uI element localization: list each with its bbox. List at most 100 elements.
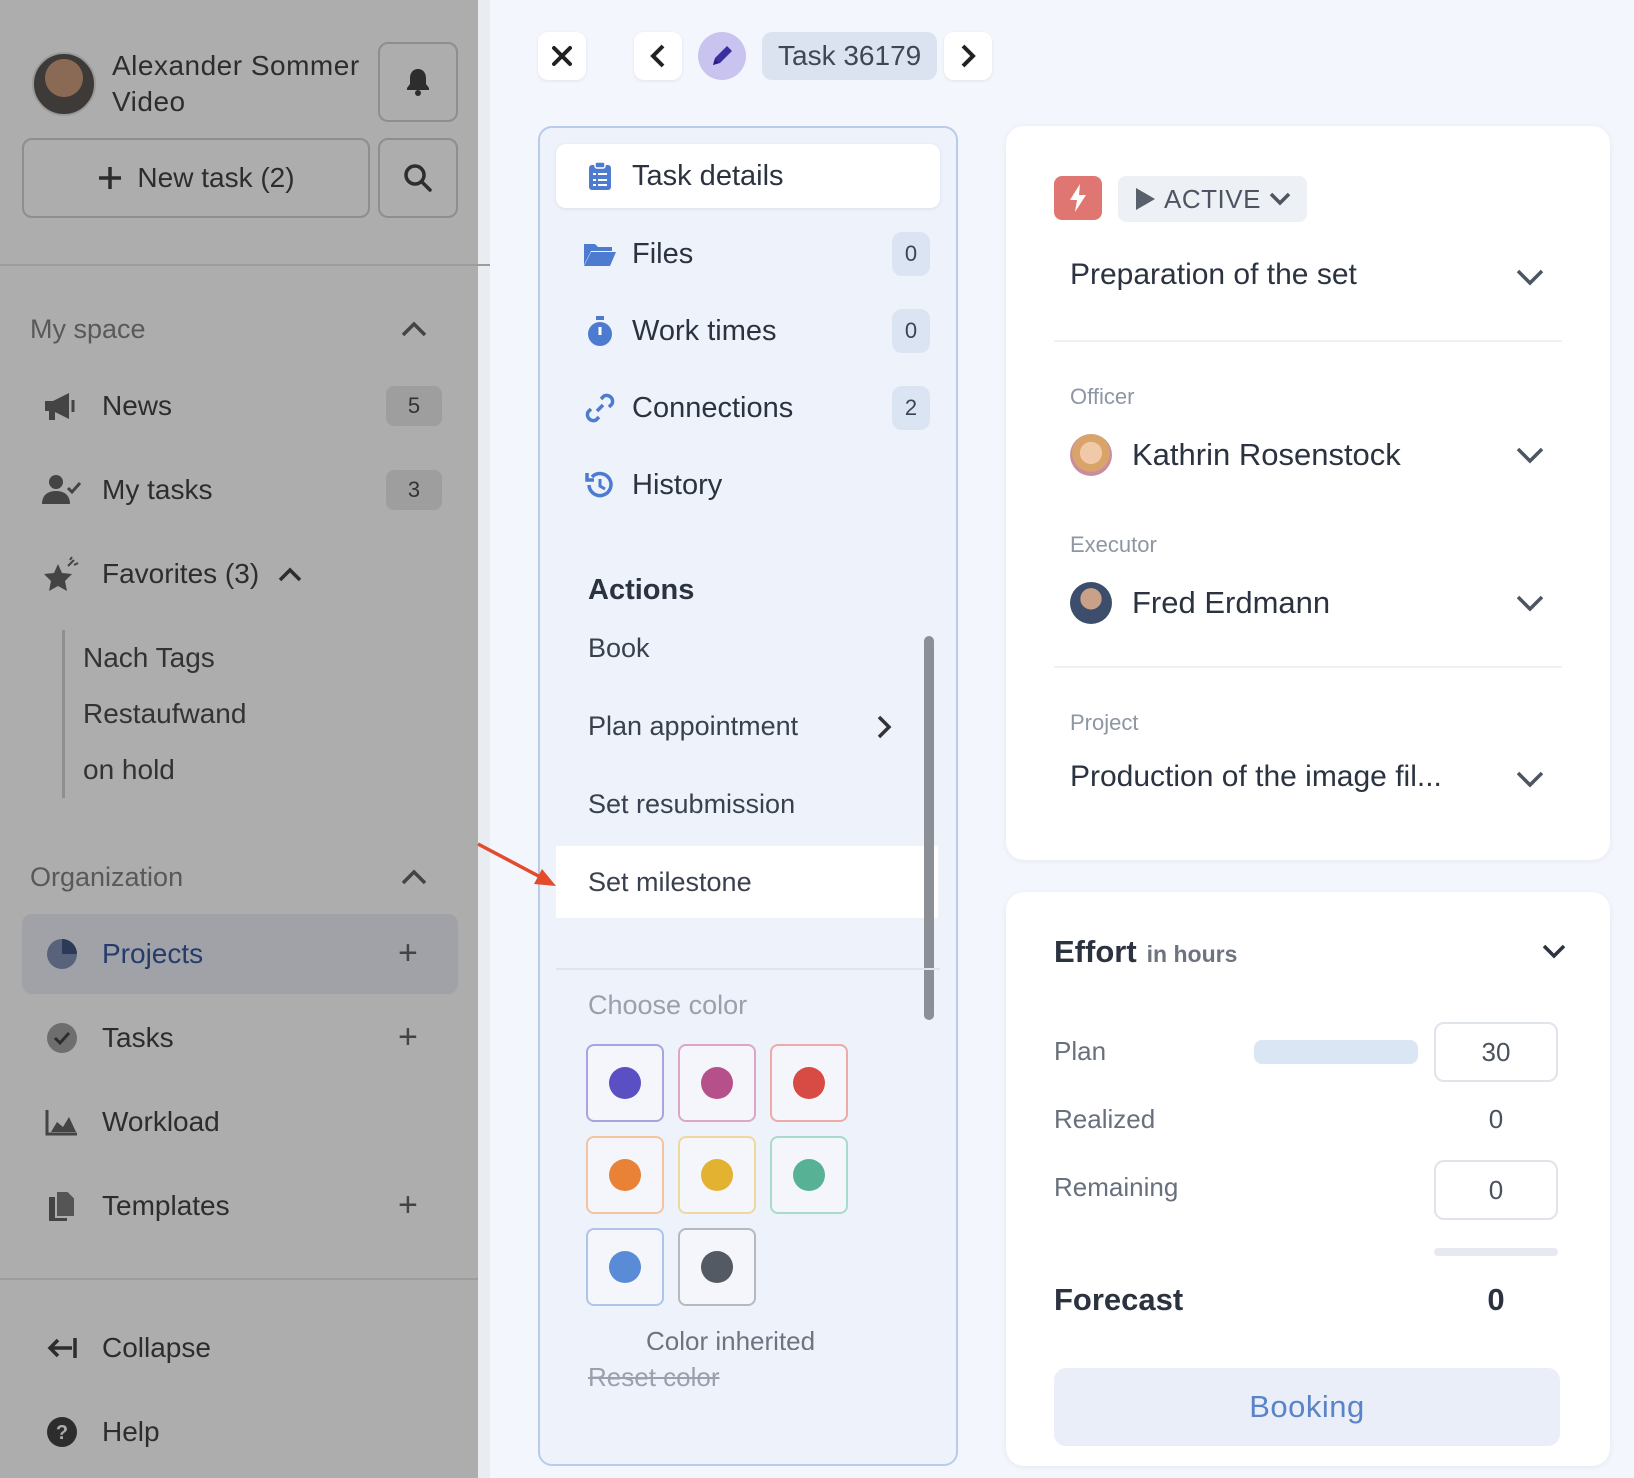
- plan-progress-bar: [1254, 1040, 1418, 1064]
- color-swatch[interactable]: [770, 1044, 848, 1122]
- tab-files[interactable]: Files 0: [556, 222, 940, 286]
- user-check-icon: [40, 474, 84, 506]
- project-label: Project: [1070, 710, 1139, 735]
- color-swatch[interactable]: [586, 1044, 664, 1122]
- favorite-item[interactable]: Nach Tags: [83, 630, 246, 686]
- color-swatch[interactable]: [678, 1228, 756, 1306]
- tab-label: Connections: [632, 391, 794, 424]
- avatar: [1070, 582, 1112, 624]
- search-button[interactable]: [378, 138, 458, 218]
- next-task-button[interactable]: [944, 32, 992, 80]
- chevron-down-icon[interactable]: [1516, 446, 1544, 464]
- link-icon: [582, 392, 618, 424]
- chevron-down-icon[interactable]: [1516, 268, 1544, 286]
- plan-input[interactable]: 30: [1434, 1022, 1558, 1082]
- add-task-button[interactable]: +: [398, 1020, 418, 1054]
- favorite-item[interactable]: Restaufwand: [83, 686, 246, 742]
- pie-chart-icon: [40, 937, 84, 971]
- forecast-label: Forecast: [1054, 1282, 1184, 1317]
- color-swatch[interactable]: [586, 1136, 664, 1214]
- booking-button[interactable]: Booking: [1054, 1368, 1560, 1446]
- search-icon: [404, 164, 432, 192]
- scrollbar[interactable]: [924, 636, 934, 1020]
- clipboard-icon: [582, 161, 618, 191]
- sidebar-item-tasks[interactable]: Tasks: [40, 1008, 460, 1068]
- sidebar: Alexander Sommer Video New task (2) My s…: [0, 0, 490, 1478]
- tab-connections[interactable]: Connections 2: [556, 376, 940, 440]
- color-dot: [609, 1159, 641, 1191]
- avatar: [1070, 434, 1112, 476]
- previous-task-button[interactable]: [634, 32, 682, 80]
- color-dot: [701, 1159, 733, 1191]
- officer-field[interactable]: Kathrin Rosenstock: [1070, 434, 1401, 476]
- color-swatch[interactable]: [770, 1136, 848, 1214]
- tab-label: History: [632, 468, 723, 501]
- color-swatch[interactable]: [586, 1228, 664, 1306]
- lightning-icon: [1070, 184, 1086, 212]
- tab-work-times[interactable]: Work times 0: [556, 299, 940, 363]
- sidebar-item-projects[interactable]: Projects: [40, 924, 460, 984]
- color-swatch[interactable]: [678, 1044, 756, 1122]
- executor-field[interactable]: Fred Erdmann: [1070, 582, 1330, 624]
- remaining-input[interactable]: 0: [1434, 1160, 1558, 1220]
- add-template-button[interactable]: +: [398, 1188, 418, 1222]
- sidebar-item-label: Tasks: [102, 1022, 174, 1053]
- action-plan-appointment[interactable]: Plan appointment: [556, 690, 938, 762]
- divider: [1054, 340, 1562, 342]
- plus-icon: [99, 167, 122, 189]
- help-button[interactable]: ? Help: [40, 1402, 460, 1462]
- project-name[interactable]: Production of the image fil...: [1070, 760, 1442, 794]
- check-circle-icon: [40, 1021, 84, 1055]
- chevron-down-icon[interactable]: [1516, 770, 1544, 788]
- user-profile[interactable]: Alexander Sommer Video: [32, 48, 360, 120]
- chevron-up-icon[interactable]: [400, 868, 428, 886]
- tab-history[interactable]: History: [556, 453, 940, 517]
- count-badge: 5: [386, 386, 442, 426]
- reset-color-button[interactable]: Reset color: [588, 1362, 720, 1393]
- history-icon: [582, 469, 618, 501]
- chevron-right-icon: [877, 715, 892, 739]
- divider: [556, 968, 940, 970]
- collapse-button[interactable]: Collapse: [40, 1318, 460, 1378]
- color-dot: [701, 1251, 733, 1283]
- remaining-label: Remaining: [1054, 1172, 1179, 1202]
- task-title[interactable]: Preparation of the set: [1070, 258, 1357, 292]
- sidebar-item-templates[interactable]: Templates: [40, 1176, 460, 1236]
- tab-task-details[interactable]: Task details: [556, 144, 940, 208]
- status-dropdown[interactable]: ACTIVE: [1118, 176, 1307, 222]
- favorite-item[interactable]: on hold: [83, 742, 246, 798]
- chevron-up-icon[interactable]: [277, 565, 303, 583]
- priority-badge[interactable]: [1054, 176, 1102, 220]
- add-project-button[interactable]: +: [398, 936, 418, 970]
- chevron-down-icon[interactable]: [1516, 594, 1544, 612]
- plan-label: Plan: [1054, 1036, 1107, 1066]
- officer-label: Officer: [1070, 384, 1135, 409]
- color-swatch[interactable]: [678, 1136, 756, 1214]
- sidebar-item-label: News: [102, 390, 173, 421]
- chevron-down-icon[interactable]: [1542, 944, 1566, 960]
- notifications-button[interactable]: [378, 42, 458, 122]
- color-inherited-label: Color inherited: [646, 1326, 816, 1350]
- action-set-milestone[interactable]: Set milestone: [556, 846, 938, 918]
- action-book[interactable]: Book: [556, 612, 938, 684]
- close-button[interactable]: [538, 32, 586, 80]
- chevron-up-icon[interactable]: [400, 320, 428, 338]
- my-space-heading: My space: [30, 314, 146, 344]
- sidebar-item-workload[interactable]: Workload: [40, 1092, 460, 1152]
- count-badge: 3: [386, 470, 442, 510]
- sidebar-item-label: Workload: [102, 1106, 220, 1137]
- action-set-resubmission[interactable]: Set resubmission: [556, 768, 938, 840]
- edit-button[interactable]: [698, 32, 746, 80]
- area-chart-icon: [40, 1108, 84, 1136]
- svg-text:?: ?: [56, 1422, 68, 1444]
- color-dot: [793, 1159, 825, 1191]
- new-task-button[interactable]: New task (2): [22, 138, 370, 218]
- sidebar-item-favorites[interactable]: Favorites (3): [40, 544, 460, 604]
- color-dot: [609, 1067, 641, 1099]
- sidebar-item-label: My tasks: [102, 474, 213, 505]
- officer-name: Kathrin Rosenstock: [1132, 437, 1401, 472]
- executor-label: Executor: [1070, 532, 1157, 557]
- megaphone-icon: [40, 391, 84, 421]
- help-label: Help: [102, 1416, 160, 1447]
- task-details-card: ACTIVE Preparation of the set Officer Ka…: [1006, 126, 1610, 860]
